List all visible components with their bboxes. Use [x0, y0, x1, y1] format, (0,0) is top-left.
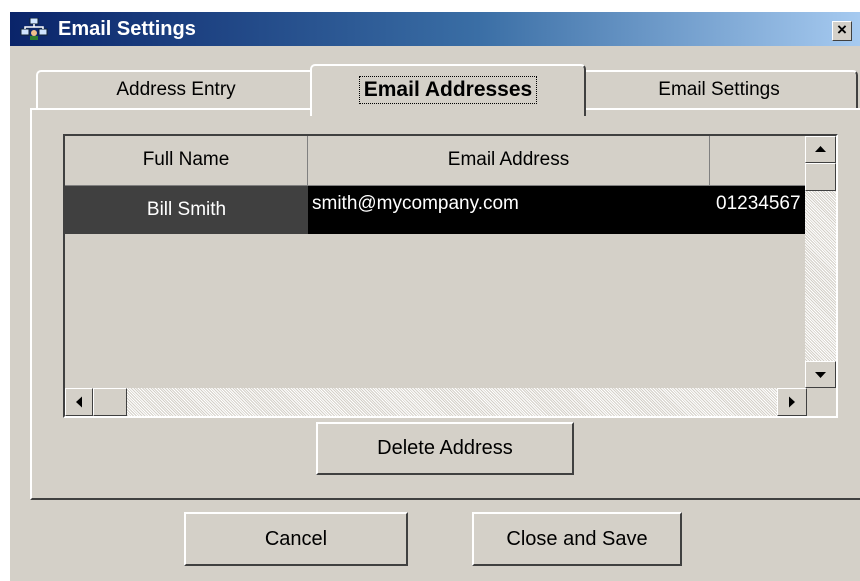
email-settings-dialog: Email Settings × Address Entry Email Set… [8, 10, 860, 581]
address-grid[interactable]: Full Name Email Address Bill Smith smith… [63, 134, 838, 418]
tab-email-addresses[interactable]: Email Addresses [310, 64, 586, 116]
column-header-phone[interactable] [710, 136, 808, 186]
tab-label: Address Entry [116, 79, 236, 100]
email-value: smith@mycompany.com [312, 193, 519, 214]
column-header-email-address[interactable]: Email Address [308, 136, 710, 186]
full-name-value: Bill Smith [146, 199, 227, 220]
close-icon: × [837, 20, 847, 39]
vertical-scrollbar[interactable] [805, 136, 836, 388]
table-row-full-name-cell[interactable]: Bill Smith [65, 186, 308, 234]
button-label: Delete Address [377, 437, 513, 459]
column-header-label: Email Address [447, 149, 570, 170]
button-label: Close and Save [506, 528, 648, 550]
scroll-left-button[interactable] [65, 388, 93, 416]
network-users-icon [20, 17, 48, 40]
horizontal-scroll-thumb[interactable] [93, 388, 127, 416]
cancel-button[interactable]: Cancel [184, 512, 408, 566]
vertical-scroll-thumb[interactable] [805, 163, 836, 191]
tab-email-settings[interactable]: Email Settings [580, 70, 858, 110]
tab-label: Email Settings [658, 79, 780, 100]
scroll-corner [807, 388, 836, 416]
scroll-down-button[interactable] [805, 361, 836, 388]
close-and-save-button[interactable]: Close and Save [472, 512, 682, 566]
phone-value: 01234567 [716, 193, 801, 214]
scroll-right-button[interactable] [777, 388, 807, 416]
column-header-label: Full Name [142, 149, 230, 170]
table-row-phone-cell[interactable]: 01234567 [710, 186, 808, 234]
title-bar[interactable]: Email Settings × [10, 12, 860, 46]
tab-label: Email Addresses [358, 76, 538, 104]
close-button[interactable]: × [832, 21, 852, 41]
delete-address-button[interactable]: Delete Address [316, 422, 574, 475]
tab-address-entry[interactable]: Address Entry [36, 70, 316, 110]
column-header-full-name[interactable]: Full Name [65, 136, 308, 186]
button-label: Cancel [264, 528, 328, 550]
table-row-email-cell[interactable]: smith@mycompany.com [308, 186, 710, 234]
window-title: Email Settings [58, 18, 196, 40]
horizontal-scrollbar[interactable] [65, 388, 807, 416]
scroll-up-button[interactable] [805, 136, 836, 163]
